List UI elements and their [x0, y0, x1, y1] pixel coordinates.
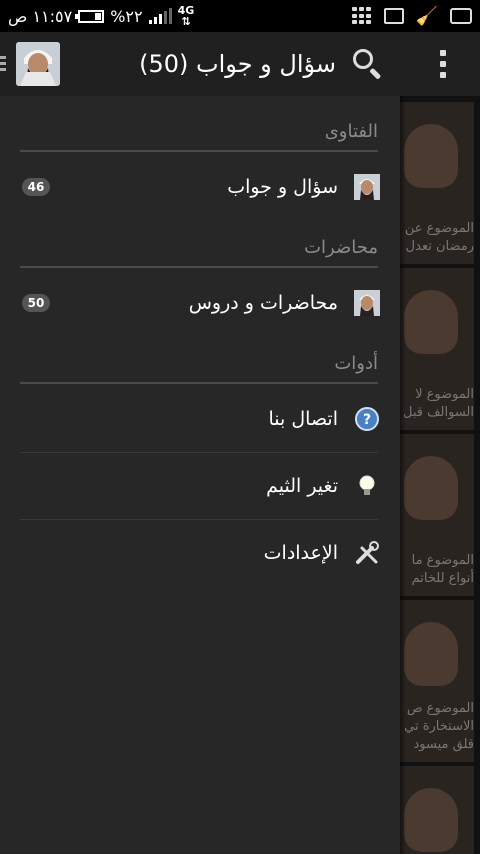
section-header-lectures: محاضرات: [20, 228, 378, 268]
drawer-item-theme[interactable]: تغير الثيم: [0, 453, 400, 519]
list-item[interactable]: الموضوع عن رمضان تعدل: [396, 102, 474, 264]
svg-text:?: ?: [363, 412, 371, 428]
tools-icon: [354, 540, 380, 566]
screenshot-icon: [383, 8, 404, 24]
battery-percent: %٢٢: [110, 6, 143, 26]
status-right: 🧹: [351, 5, 472, 27]
drawer-item-label: اتصال بنا: [268, 408, 339, 430]
cleaner-icon: 🧹: [415, 5, 438, 27]
list-item[interactable]: الموضوع ما أنواع للخاتم: [396, 434, 474, 596]
drawer-item-label: محاضرات و دروس: [188, 292, 338, 314]
list-item[interactable]: الموضوع ص الاستخارة تي قلق ميسود: [396, 600, 474, 762]
section-header-tools: أدوات: [20, 344, 378, 384]
drawer-item-label: تغير الثيم: [266, 475, 338, 497]
leaf-icon: [450, 8, 472, 24]
avatar[interactable]: [16, 42, 60, 86]
network-type: 4G ⇅: [177, 4, 195, 28]
search-icon[interactable]: [350, 46, 386, 82]
action-bar: سؤال و جواب (50): [0, 32, 480, 96]
sheikh-avatar-icon: [354, 290, 380, 316]
section-header-fatawa: الفتاوى: [20, 112, 378, 152]
drawer-shadow: [400, 96, 406, 854]
drawer-item-qa[interactable]: 46 سؤال و جواب: [0, 154, 400, 220]
count-badge: 50: [22, 294, 50, 312]
sheikh-avatar-icon: [354, 174, 380, 200]
blackberry-icon: [351, 7, 372, 25]
list-item[interactable]: الموضوع لا السوالف قبل: [396, 268, 474, 430]
page-title: سؤال و جواب (50): [139, 50, 336, 78]
status-bar: ١١:٥٧ ص %٢٢ 4G ⇅ 🧹: [0, 0, 480, 32]
drawer-item-label: سؤال و جواب: [227, 176, 338, 198]
list-item[interactable]: [396, 766, 474, 854]
drawer-toggle-indicator[interactable]: [0, 56, 6, 72]
status-left: ١١:٥٧ ص %٢٢ 4G ⇅: [8, 5, 194, 27]
lightbulb-icon: [354, 473, 380, 499]
signal-icon: [148, 8, 172, 24]
battery-icon: [75, 9, 105, 23]
drawer-item-settings[interactable]: الإعدادات: [0, 520, 400, 586]
drawer-item-contact[interactable]: اتصال بنا ?: [0, 386, 400, 452]
count-badge: 46: [22, 178, 50, 196]
drawer-item-lectures[interactable]: 50 محاضرات و دروس: [0, 270, 400, 336]
clock: ١١:٥٧ ص: [8, 6, 73, 26]
overflow-menu-icon[interactable]: [425, 32, 461, 96]
navigation-drawer: الفتاوى 46 سؤال و جواب محاضرات 50 محاضرا…: [0, 96, 400, 854]
help-icon: ?: [354, 406, 380, 432]
drawer-item-label: الإعدادات: [263, 542, 338, 564]
